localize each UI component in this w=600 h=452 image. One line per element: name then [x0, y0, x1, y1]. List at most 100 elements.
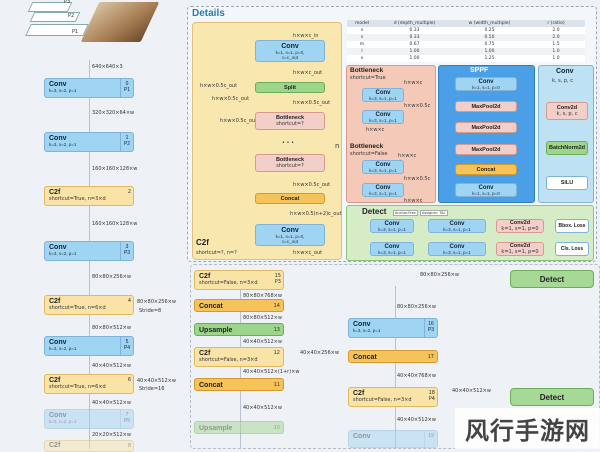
detect-tag-1: Anchor-Free [393, 210, 418, 216]
block-sub: shortcut=True, n=6×d [49, 305, 106, 311]
neck-dim-7: 40×40×256×w [300, 350, 339, 356]
block-title: C2f [49, 377, 61, 384]
block-num: 6 [127, 377, 131, 383]
backbone-dim-3: 160×160×128×w [92, 221, 138, 227]
c2f-split[interactable]: Split [255, 82, 325, 93]
cls-loss[interactable]: Cls. Loss [555, 242, 589, 256]
bn-conv-4[interactable]: Conv k=3, s=1, p=1 [362, 183, 404, 197]
backbone-dim-6: 40×40×512×w [92, 363, 131, 369]
c2f-bottleneck-1[interactable]: Bottleneck shortcut=? [255, 112, 325, 130]
th: w (width_multiple) [468, 21, 511, 26]
detect-conv-1[interactable]: Conv k=3, s=1, p=1 [370, 219, 414, 233]
c2f-dots: • • • [282, 140, 295, 146]
detect-out-1[interactable]: Detect [510, 270, 594, 288]
c2f-bottleneck-2[interactable]: Bottleneck shortcut=? [255, 154, 325, 172]
block-num: 5 P4 [120, 337, 133, 355]
c2f-conv-bot[interactable]: Conv k=1, s=1, p=0, c=c_out [255, 224, 325, 246]
bn-conv-1[interactable]: Conv k=3, s=1, p=1 [362, 88, 404, 102]
neck-concat-11[interactable]: Concat 11 [194, 378, 284, 391]
batchnorm-block[interactable]: BatchNorm2d [546, 141, 588, 155]
backbone-conv-3[interactable]: Conv k=3, s=2, p=1 3 P3 [44, 241, 134, 261]
neck-concat-14[interactable]: Concat 14 [194, 299, 284, 312]
c2f-dim-1: h×w×c_out [293, 70, 323, 76]
table-row: s 0.33 0.50 2.0 [347, 34, 585, 41]
c2f-concat[interactable]: Concat [255, 193, 325, 204]
bn-dim-1: h×w×0.5c [404, 103, 431, 109]
cat-image [80, 2, 160, 42]
stride-16: Stride=16 [139, 386, 165, 392]
backbone-dim-4: 80×80×256×w [92, 274, 131, 280]
bn-title-1: Bottleneck [350, 67, 384, 74]
sppf-maxpool-1[interactable]: MaxPool2d [455, 101, 517, 112]
neck-c2f-12[interactable]: C2f shortcut=False, n=3×d 12 [194, 347, 284, 367]
sppf-title: SPPF [470, 67, 489, 74]
detect-conv2d-2[interactable]: Conv2d k=1, s=1, p=0 [496, 242, 544, 256]
detect-conv2d-1[interactable]: Conv2d k=1, s=1, p=0 [496, 219, 544, 233]
block-title: C2f [49, 189, 61, 196]
block-sub: shortcut=True, n=6×d [49, 384, 106, 390]
backbone-c2f-2[interactable]: C2f shortcut=True, n=3×d 2 [44, 186, 134, 206]
backbone-conv-7[interactable]: Conv k=3, s=2, p=1 7 P5 [44, 409, 134, 429]
block-num: 8 [127, 443, 131, 449]
block-num: 7 P5 [120, 410, 133, 428]
c2f-conv-top[interactable]: Conv k=1, s=1, p=0, c=c_out [255, 40, 325, 62]
neck-c2f-18[interactable]: C2f shortcut=False, n=3×d 18 P4 [348, 387, 438, 407]
neck-conv-19[interactable]: Conv 19 [348, 430, 438, 448]
backbone-dim-0: 640×640×3 [92, 64, 123, 70]
sppf-conv-1[interactable]: Conv k=1, s=1, p=0 [455, 77, 517, 91]
neck-upsample-13[interactable]: Upsample 13 [194, 323, 284, 336]
backbone-dim-7: 40×40×512×w [92, 400, 131, 406]
watermark: 风行手游网 [455, 408, 600, 449]
bn-conv-3[interactable]: Conv k=3, s=1, p=1 [362, 160, 404, 174]
bn-dim-2: h×w×c [366, 127, 385, 133]
c2f-dim-3: h×w×0.5c_out [212, 96, 250, 102]
backbone-conv-1[interactable]: Conv k=3, s=2, p=1 1 P2 [44, 132, 134, 152]
neck-dim-8: 40×40×768×w [397, 373, 436, 379]
bn-conv-2[interactable]: Conv k=3, s=1, p=1 [362, 110, 404, 124]
backbone-c2f-8[interactable]: C2f 8 [44, 440, 134, 452]
detect-conv-2[interactable]: Conv k=3, s=1, p=1 [428, 219, 486, 233]
bbox-loss[interactable]: Bbox. Loss [555, 219, 589, 233]
block-title: C2f [49, 442, 61, 449]
backbone-dim-1: 320×320×64×w [92, 110, 135, 116]
sppf-maxpool-2[interactable]: MaxPool2d [455, 122, 517, 133]
th: model [354, 21, 369, 26]
neck-dim-11: 80×80×256×w [397, 304, 436, 310]
neck-upsample-10[interactable]: Upsample 10 [194, 421, 284, 434]
conv-panel-sub: k, s, p, c [552, 78, 573, 84]
backbone-conv-5[interactable]: Conv k=3, s=2, p=1 5 P4 [44, 336, 134, 356]
sppf-concat[interactable]: Concat [455, 164, 517, 175]
neck-dim-3: 40×40×512×w [137, 378, 176, 384]
backbone-c2f-6[interactable]: C2f shortcut=True, n=6×d 6 [44, 374, 134, 394]
neck-concat-17[interactable]: Concat 17 [348, 350, 438, 363]
sppf-conv-2[interactable]: Conv k=1, s=1, p=0 [455, 183, 517, 197]
bn-sub-2: shortcut=False [350, 151, 388, 157]
neck-dim-4: 40×40×512×(1+r)×w [243, 369, 300, 375]
backbone-dim-2: 160×160×128×w [92, 166, 138, 172]
c2f-dim-5: h×w×0.5c_out [220, 118, 258, 124]
c2f-dim-out: h×w×c_out [293, 250, 323, 256]
bn-dim-0: h×w×c [404, 80, 423, 86]
neck-conv-16[interactable]: Conv k=3, s=2, p=1 16 P3 [348, 318, 438, 338]
c2f-dim-2: h×w×0.5c_out [200, 83, 238, 89]
model-table: model d (depth_multiple) w (width_multip… [347, 20, 585, 62]
block-num: 1 P2 [120, 133, 133, 151]
details-title: Details [192, 8, 225, 19]
detect-out-2[interactable]: Detect [510, 388, 594, 406]
detect-conv-4[interactable]: Conv k=3, s=1, p=1 [428, 242, 486, 256]
backbone-c2f-4[interactable]: C2f shortcut=True, n=6×d 4 [44, 295, 134, 315]
conv2d-block[interactable]: Conv2d k, s, p, c [546, 102, 588, 120]
detect-tag-2: Assigner: TAL [420, 210, 448, 216]
c2f-dim-4: h×w×0.5c_out [293, 100, 331, 106]
neck-dim-6: 80×80×256×w [420, 272, 459, 278]
c2f-n-label: n [335, 142, 340, 150]
sppf-maxpool-3[interactable]: MaxPool2d [455, 144, 517, 155]
detect-conv-3[interactable]: Conv k=3, s=1, p=1 [370, 242, 414, 256]
backbone-conv-0[interactable]: Conv k=3, s=2, p=1 0 P1 [44, 78, 134, 98]
table-row: m 0.67 0.75 1.5 [347, 41, 585, 48]
silu-block[interactable]: SiLU [546, 176, 588, 190]
neck-dim-9: 40×40×512×w [452, 388, 491, 394]
neck-c2f-15[interactable]: C2f shortcut=False, n=3×d 15 P3 [194, 270, 284, 290]
bn-sub-1: shortcut=True [350, 75, 386, 81]
feature-stack: P3 P2 P1 [10, 0, 160, 48]
